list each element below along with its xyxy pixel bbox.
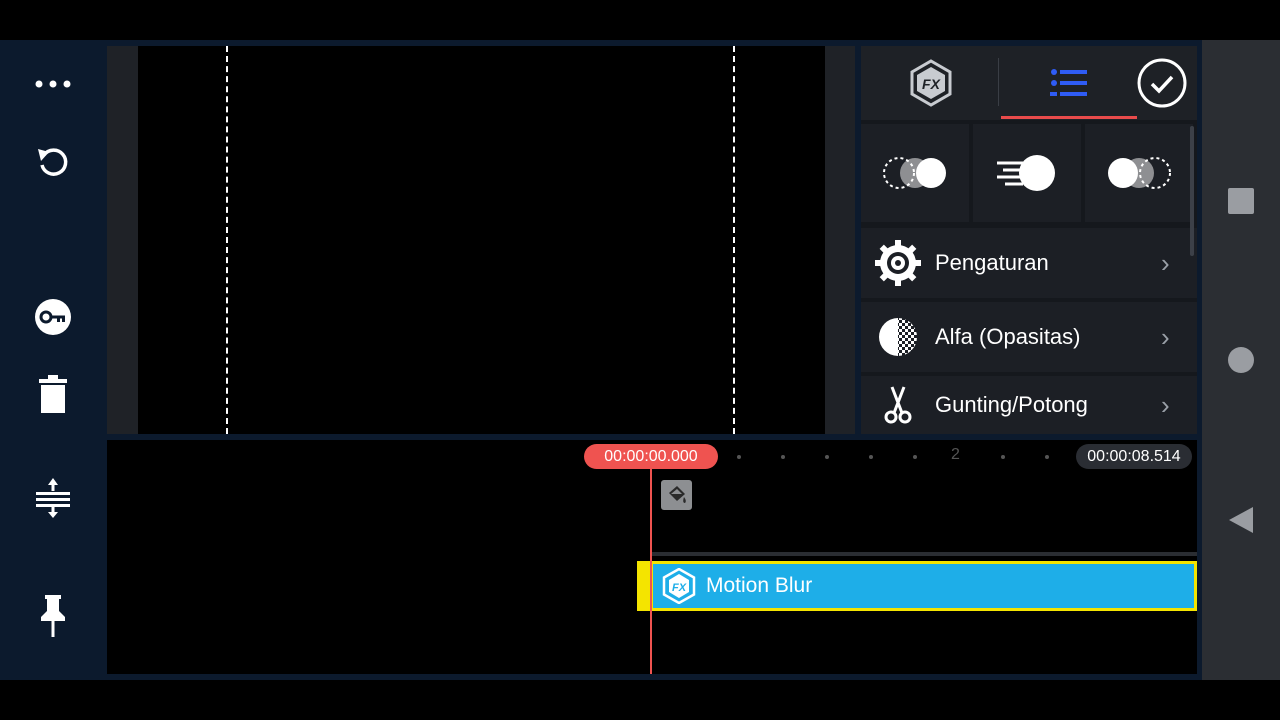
effect-clip[interactable]: FX Motion Blur	[637, 561, 1197, 611]
list-tab[interactable]	[1029, 46, 1109, 120]
ruler-tick	[869, 455, 873, 459]
done-button[interactable]	[1131, 46, 1193, 120]
ruler-tick	[1045, 455, 1049, 459]
motion-speed-icon	[997, 155, 1055, 191]
menu-settings-label: Pengaturan	[935, 250, 1049, 275]
more-icon[interactable]	[27, 58, 79, 110]
home-button[interactable]	[1222, 341, 1260, 379]
clip-label: Motion Blur	[706, 574, 813, 597]
fx-tab[interactable]: FX	[891, 46, 971, 120]
svg-text:FX: FX	[672, 582, 687, 594]
ruler-tick	[825, 455, 829, 459]
end-time-badge: 00:00:08.514	[1076, 444, 1192, 469]
menu-trim-label: Gunting/Potong	[935, 392, 1088, 417]
safe-area-guide-right	[733, 46, 735, 434]
preset-motion-speed[interactable]	[973, 124, 1081, 222]
video-track[interactable]	[652, 474, 1197, 556]
fill-bucket-icon[interactable]	[661, 480, 692, 510]
left-toolbar	[0, 40, 107, 680]
preset-motion-left[interactable]	[861, 124, 969, 222]
circle-icon	[1228, 347, 1254, 373]
svg-text:FX: FX	[922, 76, 942, 92]
ruler-tick	[913, 455, 917, 459]
split-icon[interactable]	[27, 472, 79, 524]
panel-tabs: FX	[861, 46, 1197, 120]
safe-area-guide-left	[226, 46, 228, 434]
gear-icon	[875, 240, 921, 286]
playhead[interactable]	[650, 468, 652, 674]
motion-left-icon	[883, 157, 946, 189]
ruler-tick	[737, 455, 741, 459]
back-button[interactable]	[1222, 501, 1260, 539]
panel-scrollbar[interactable]	[1190, 126, 1194, 256]
ruler-label: 2	[951, 446, 960, 463]
undo-icon[interactable]	[27, 136, 79, 188]
back-triangle-icon	[1229, 507, 1253, 533]
ruler-tick	[1001, 455, 1005, 459]
current-time-badge: 00:00:00.000	[584, 444, 718, 469]
list-icon	[1050, 69, 1087, 96]
opacity-checker-icon	[879, 318, 917, 356]
motion-right-icon	[1108, 157, 1171, 189]
ruler-tick	[781, 455, 785, 459]
menu-settings[interactable]: Pengaturan ›	[861, 228, 1197, 298]
chevron-right-icon: ›	[1161, 321, 1170, 352]
scissors-icon	[884, 386, 912, 424]
menu-opacity-label: Alfa (Opasitas)	[935, 324, 1081, 349]
pin-icon[interactable]	[27, 590, 79, 642]
fx-hexagon-icon: FX	[662, 568, 696, 604]
tab-divider	[998, 58, 999, 106]
preset-motion-right[interactable]	[1085, 124, 1193, 222]
active-tab-indicator	[1001, 116, 1137, 119]
checkmark-circle-icon	[1137, 58, 1187, 108]
trash-icon[interactable]	[27, 368, 79, 420]
key-icon[interactable]	[27, 291, 79, 343]
chevron-right-icon: ›	[1161, 389, 1170, 420]
recents-button[interactable]	[1222, 182, 1260, 220]
square-icon	[1228, 188, 1254, 214]
preview-canvas[interactable]	[138, 46, 825, 434]
effect-panel: FX Pengaturan › Alfa (Opasitas) › Guntin…	[861, 46, 1197, 434]
menu-opacity[interactable]: Alfa (Opasitas) ›	[861, 302, 1197, 372]
menu-trim[interactable]: Gunting/Potong ›	[861, 376, 1197, 434]
fx-hexagon-icon: FX	[910, 59, 952, 107]
